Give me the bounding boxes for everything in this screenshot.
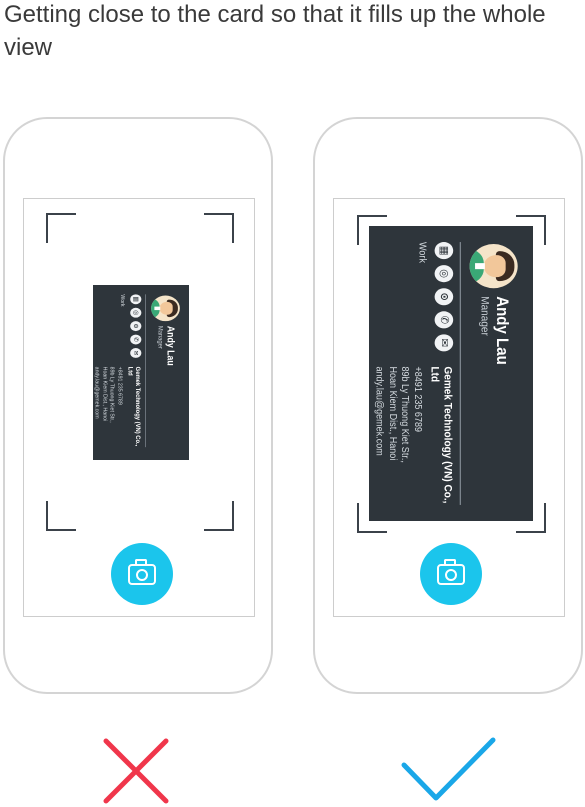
camera-viewfinder: Andy Lau Manager ▦ ◎ ⊙ ✆ ✉ Gemek Technol… xyxy=(23,198,255,617)
avatar xyxy=(151,295,180,322)
card-label: Work xyxy=(119,294,127,307)
mail-icon: ✉ xyxy=(130,347,142,358)
card-address-line1: 89b Ly Thuong Kiet Str., xyxy=(399,366,411,463)
camera-viewfinder: Andy Lau Manager ▦ ◎ ⊙ ✆ ✉ Gemek Technol… xyxy=(333,198,565,617)
card-phone: +8491 235 6789 xyxy=(117,366,124,405)
card-name: Andy Lau xyxy=(492,296,512,365)
card-phone: +8491 235 6789 xyxy=(412,366,424,433)
business-card: Andy Lau Manager ▦ ◎ ⊙ ✆ ✉ Gemek Technol… xyxy=(93,285,189,460)
card-label: Work xyxy=(417,242,429,263)
instruction-text: Getting close to the card so that it fil… xyxy=(4,1,546,61)
capture-button[interactable] xyxy=(111,543,173,605)
cross-icon xyxy=(103,738,169,804)
card-divider xyxy=(145,294,146,448)
frame-corner-bottom-left xyxy=(46,501,76,531)
check-icon xyxy=(401,737,496,801)
phone-icon: ✆ xyxy=(130,334,142,345)
frame-corner-bottom-right xyxy=(204,501,234,531)
card-role: Manager xyxy=(478,296,491,336)
capture-button[interactable] xyxy=(420,543,482,605)
globe-icon: ◎ xyxy=(434,265,454,283)
phone-example-correct: Andy Lau Manager ▦ ◎ ⊙ ✆ ✉ Gemek Technol… xyxy=(313,117,583,694)
card-address-line1: 89b Ly Thuong Kiet Str., xyxy=(109,366,116,423)
card-role: Manager xyxy=(156,325,164,349)
building-icon: ▦ xyxy=(434,242,454,260)
building-icon: ▦ xyxy=(130,294,142,305)
card-address-line2: Hoan Kiem Dist., Hanoi xyxy=(102,366,109,422)
phone-example-incorrect: Andy Lau Manager ▦ ◎ ⊙ ✆ ✉ Gemek Technol… xyxy=(3,117,273,694)
phone-icon: ✆ xyxy=(434,311,454,329)
card-divider xyxy=(459,242,461,505)
card-icon-row: ▦ ◎ ⊙ ✆ ✉ xyxy=(130,294,142,358)
card-company: Gemek Technology (VN) Co., Ltd xyxy=(428,366,454,504)
card-name: Andy Lau xyxy=(164,325,176,366)
location-icon: ⊙ xyxy=(130,321,142,332)
frame-corner-top-left xyxy=(46,213,76,243)
card-icon-row: ▦ ◎ ⊙ ✆ ✉ xyxy=(434,242,454,352)
card-company: Gemek Technology (VN) Co., Ltd xyxy=(126,366,142,447)
globe-icon: ◎ xyxy=(130,307,142,318)
frame-corner-top-right xyxy=(204,213,234,243)
card-address-line2: Hoan Kiem Dist., Hanoi xyxy=(387,366,399,461)
card-email: andy.lau@gemek.com xyxy=(94,366,101,419)
business-card: Andy Lau Manager ▦ ◎ ⊙ ✆ ✉ Gemek Technol… xyxy=(369,226,533,521)
avatar xyxy=(469,244,518,289)
mail-icon: ✉ xyxy=(434,334,454,352)
location-icon: ⊙ xyxy=(434,288,454,306)
card-email: andy.lau@gemek.com xyxy=(374,366,386,456)
